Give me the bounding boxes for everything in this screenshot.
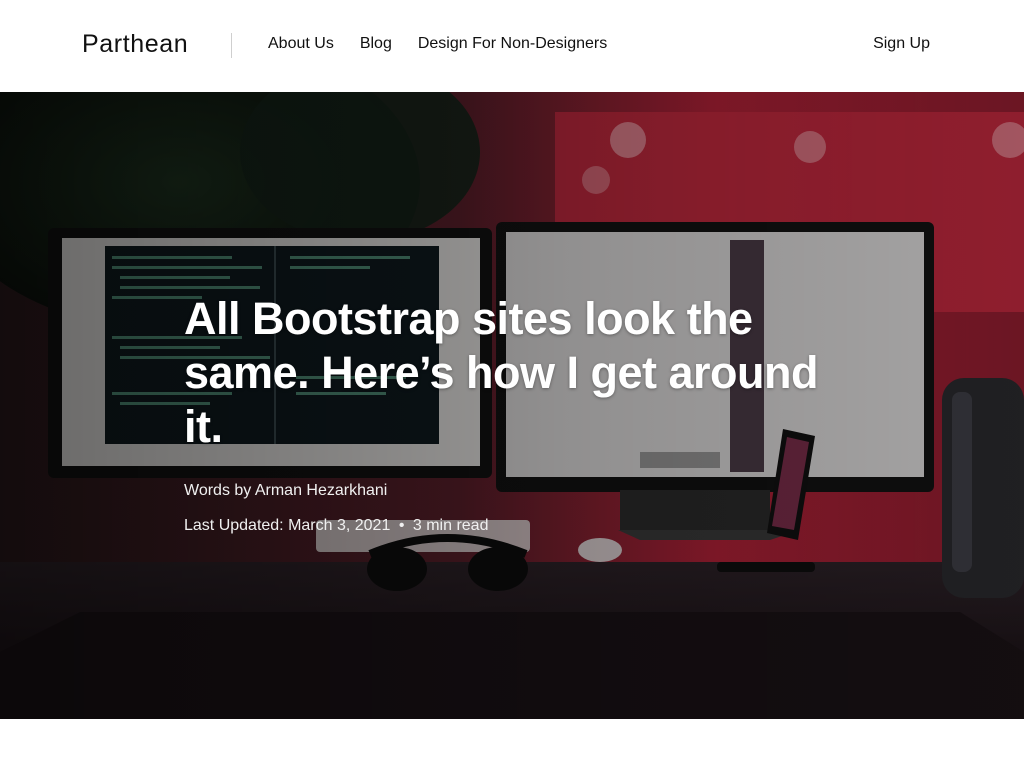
article-meta: Last Updated: March 3, 2021 • 3 min read xyxy=(184,516,844,536)
last-updated-date: Last Updated: March 3, 2021 xyxy=(184,517,391,534)
page-body-start xyxy=(0,719,1024,768)
sign-up-link[interactable]: Sign Up xyxy=(873,35,930,53)
nav-link-about-us[interactable]: About Us xyxy=(268,35,334,53)
logo-link[interactable]: Parthean xyxy=(82,30,188,59)
meta-separator: • xyxy=(398,517,405,534)
header-divider xyxy=(231,33,232,58)
article-byline: Words by Arman Hezarkhani xyxy=(184,482,388,499)
site-header: Parthean About Us Blog Design For Non-De… xyxy=(0,0,1024,92)
article-title: All Bootstrap sites look the same. Here’… xyxy=(184,293,819,452)
read-time: 3 min read xyxy=(412,517,489,534)
nav-link-blog[interactable]: Blog xyxy=(360,35,392,53)
main-nav: About Us Blog Design For Non-Designers xyxy=(268,35,607,53)
hero-section: All Bootstrap sites look the same. Here’… xyxy=(0,92,1024,719)
nav-link-design-for-non-designers[interactable]: Design For Non-Designers xyxy=(418,35,607,53)
hero-content: All Bootstrap sites look the same. Here’… xyxy=(184,292,844,536)
